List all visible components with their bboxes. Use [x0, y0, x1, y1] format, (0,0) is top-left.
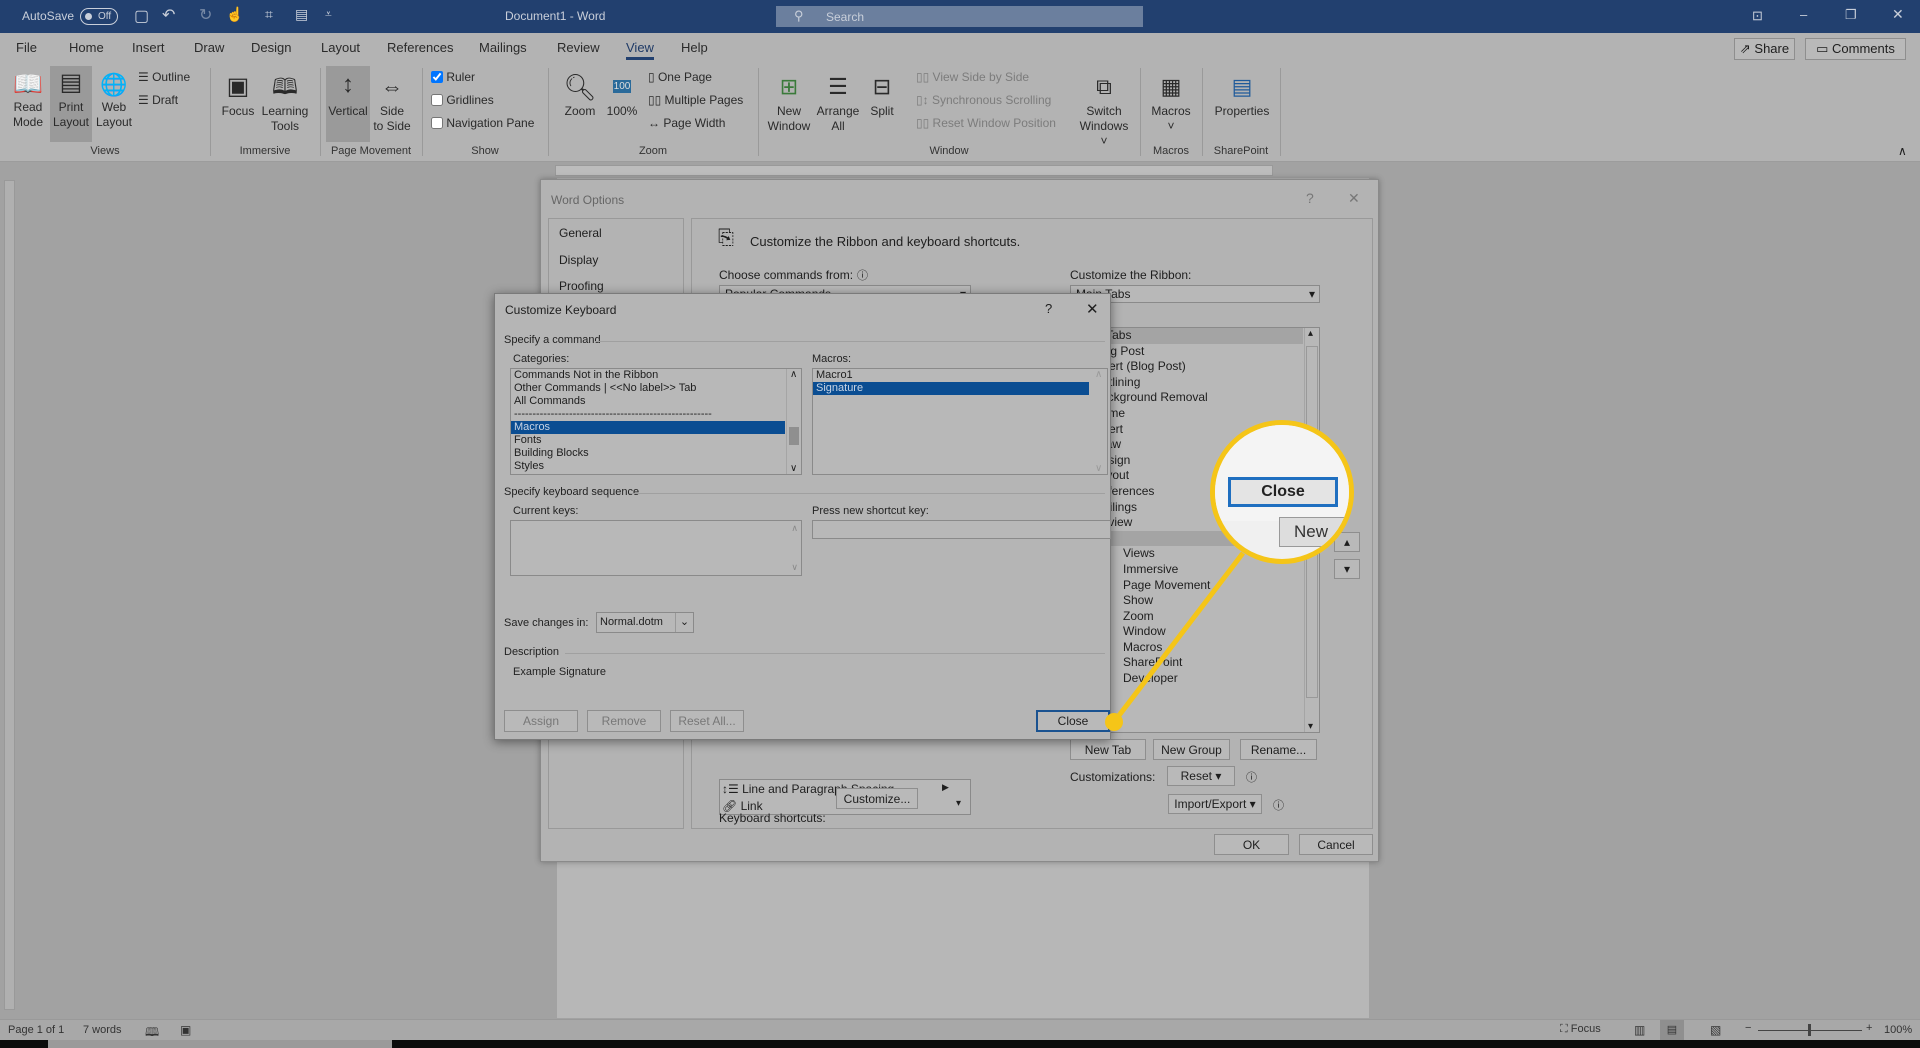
- callout-dot: [1105, 713, 1123, 731]
- label: Focus: [1570, 1023, 1601, 1035]
- zoomed-close-button: Close: [1228, 477, 1338, 507]
- zoom-slider[interactable]: [1758, 1024, 1862, 1036]
- zoomed-new-button: New: [1279, 517, 1349, 547]
- callout-pointer: [1105, 551, 1245, 731]
- word-count[interactable]: 7 words: [83, 1024, 122, 1036]
- zoom-slider-thumb[interactable]: [1808, 1024, 1811, 1036]
- taskbar: [0, 1040, 1920, 1048]
- web-layout-icon[interactable]: ▧: [1710, 1023, 1721, 1037]
- page-count[interactable]: Page 1 of 1: [8, 1024, 64, 1036]
- print-layout-icon[interactable]: ▤: [1660, 1020, 1684, 1040]
- focus-icon: ⛶: [1560, 1023, 1571, 1035]
- zoom-level[interactable]: 100%: [1884, 1024, 1912, 1036]
- status-bar: Page 1 of 1 7 words 🕮 ▣ ⛶ Focus ▥ ▤ ▧ − …: [0, 1019, 1920, 1040]
- callout-line: [1112, 551, 1245, 724]
- magnifier-callout: Close New: [1210, 420, 1354, 564]
- taskbar-app[interactable]: [48, 1040, 392, 1048]
- focus-mode-button[interactable]: ⛶ Focus: [1560, 1023, 1601, 1036]
- read-mode-icon[interactable]: ▥: [1634, 1023, 1645, 1037]
- zoom-out-icon[interactable]: −: [1745, 1022, 1751, 1034]
- macro-recording-icon[interactable]: ▣: [180, 1023, 191, 1037]
- zoom-in-icon[interactable]: +: [1866, 1022, 1872, 1034]
